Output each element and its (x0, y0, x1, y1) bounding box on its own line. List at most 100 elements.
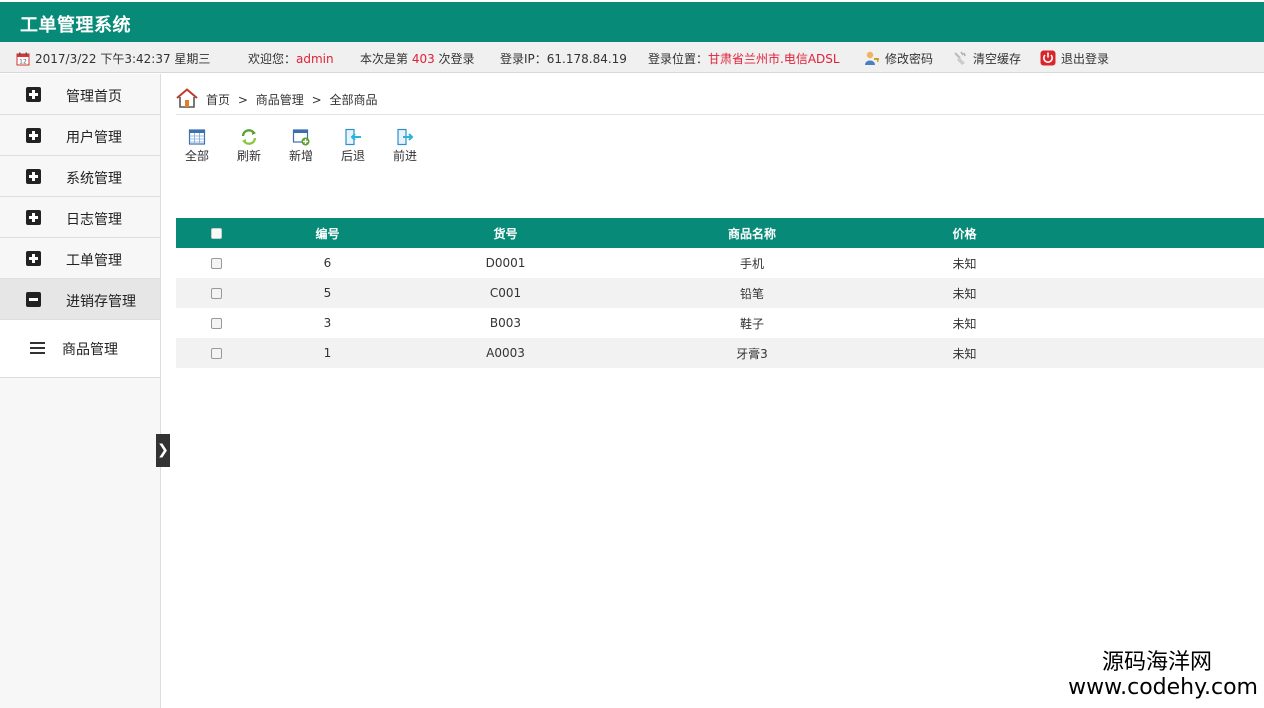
sidebar-item-label: 管理首页 (66, 89, 122, 105)
column-header-id[interactable]: 编号 (256, 218, 399, 248)
sidebar-item-home[interactable]: 管理首页 (0, 74, 160, 115)
cell-price: 未知 (892, 278, 1037, 308)
sidebar-item-logs[interactable]: 日志管理 (0, 197, 160, 238)
column-header-filler (1037, 218, 1264, 248)
breadcrumb-section[interactable]: 商品管理 (256, 93, 304, 107)
home-icon[interactable] (176, 88, 198, 108)
grid-table-icon (188, 129, 206, 145)
all-label: 全部 (184, 149, 209, 163)
sidebar-item-label: 用户管理 (66, 130, 122, 146)
sidebar-item-label: 进销存管理 (66, 294, 136, 310)
add-window-icon (292, 129, 310, 146)
welcome-prefix: 欢迎您： (248, 52, 297, 66)
clear-cache-label: 清空缓存 (973, 52, 1022, 66)
calendar-icon: 12 (16, 52, 30, 66)
svg-text:12: 12 (19, 59, 27, 66)
plus-square-icon (26, 251, 41, 266)
cell-id: 3 (323, 316, 332, 330)
cell-code: B003 (489, 316, 522, 330)
location-prefix: 登录位置： (648, 52, 709, 66)
row-checkbox[interactable] (210, 348, 222, 359)
app-header: 工单管理系统 (0, 2, 1264, 42)
welcome-text: 欢迎您：admin (248, 50, 334, 67)
sidebar-item-label: 工单管理 (66, 253, 122, 269)
login-location: 登录位置：甘肃省兰州市.电信ADSL (648, 50, 840, 67)
sidebar-item-users[interactable]: 用户管理 (0, 115, 160, 156)
cell-name: 鞋子 (739, 316, 764, 331)
info-bar: 12 2017/3/22 下午3:42:37 星期三 欢迎您：admin 本次是… (0, 42, 1264, 73)
sidebar-item-system[interactable]: 系统管理 (0, 156, 160, 197)
datetime-text: 2017/3/22 下午3:42:37 星期三 (35, 52, 211, 66)
cell-name: 手机 (739, 256, 764, 271)
broom-icon (954, 51, 966, 65)
cell-filler (1037, 308, 1264, 338)
refresh-label: 刷新 (236, 149, 261, 163)
sidebar: 管理首页 用户管理 系统管理 日志管理 工单管理 进销存管理 商品管理 (0, 74, 161, 708)
login-count: 403 (411, 52, 435, 66)
location-value: 甘肃省兰州市.电信ADSL (708, 52, 840, 66)
add-label: 新增 (288, 149, 313, 163)
login-count-suffix: 次登录 (434, 52, 475, 66)
change-password-link[interactable]: 修改密码 (864, 50, 933, 67)
back-door-icon (345, 128, 361, 146)
cell-price: 未知 (892, 338, 1037, 368)
product-table: 编号 货号 商品名称 价格 6 D0001 手机 未知 5 C001 铅笔 未知… (176, 218, 1264, 368)
row-checkbox[interactable] (210, 318, 222, 329)
user-key-icon (865, 51, 879, 65)
username: admin (296, 52, 334, 66)
plus-square-icon (26, 128, 41, 143)
table-header-row: 编号 货号 商品名称 价格 (176, 218, 1264, 248)
login-ip: 登录IP：61.178.84.19 (500, 52, 627, 66)
add-button[interactable]: 新增 (279, 128, 323, 164)
cell-code: C001 (399, 278, 612, 308)
column-header-price[interactable]: 价格 (892, 218, 1037, 248)
power-icon (1040, 50, 1056, 66)
row-checkbox[interactable] (210, 258, 222, 269)
sidebar-item-inventory[interactable]: 进销存管理 (0, 279, 160, 320)
refresh-button[interactable]: 刷新 (227, 128, 271, 164)
refresh-icon (241, 129, 257, 145)
datetime-display: 12 2017/3/22 下午3:42:37 星期三 (16, 50, 210, 67)
cell-filler (1037, 338, 1264, 368)
cell-id: 5 (256, 278, 399, 308)
watermark: 源码海洋网 www.codehy.com (1068, 650, 1258, 700)
minus-square-icon (26, 292, 41, 307)
sidebar-toggle-button[interactable]: ❯ (156, 434, 170, 467)
login-count-prefix: 本次是第 (360, 52, 412, 66)
table-row[interactable]: 6 D0001 手机 未知 (176, 248, 1264, 278)
sidebar-item-label: 日志管理 (66, 212, 122, 228)
row-checkbox[interactable] (210, 288, 222, 299)
forward-door-icon (397, 128, 414, 146)
cell-price: 未知 (952, 316, 977, 331)
table-row[interactable]: 5 C001 铅笔 未知 (176, 278, 1264, 308)
cell-id: 1 (256, 338, 399, 368)
login-count-text: 本次是第 403 次登录 (360, 50, 475, 67)
breadcrumb-current: 全部商品 (329, 93, 378, 107)
cell-code: D0001 (485, 256, 526, 270)
cell-price: 未知 (952, 256, 977, 271)
table-row[interactable]: 3 B003 鞋子 未知 (176, 308, 1264, 338)
logout-label: 退出登录 (1061, 52, 1110, 66)
sidebar-item-label: 系统管理 (66, 171, 122, 187)
table-row[interactable]: 1 A0003 牙膏3 未知 (176, 338, 1264, 368)
sidebar-subitem-label: 商品管理 (62, 342, 118, 358)
list-icon (30, 342, 45, 354)
select-all-checkbox[interactable] (210, 228, 222, 239)
column-header-code[interactable]: 货号 (399, 218, 612, 248)
column-header-name[interactable]: 商品名称 (612, 218, 892, 248)
breadcrumb-home[interactable]: 首页 (206, 93, 230, 107)
logout-link[interactable]: 退出登录 (1040, 50, 1109, 67)
back-button[interactable]: 后退 (331, 128, 375, 164)
cell-code: A0003 (399, 338, 612, 368)
inventory-submenu: 商品管理 (0, 320, 160, 378)
change-password-label: 修改密码 (885, 52, 934, 66)
cell-filler (1037, 278, 1264, 308)
forward-button[interactable]: 前进 (383, 128, 427, 164)
breadcrumb-separator: > (311, 93, 322, 107)
divider (176, 114, 1264, 115)
clear-cache-link[interactable]: 清空缓存 (952, 50, 1021, 67)
cell-name: 铅笔 (612, 278, 892, 308)
cell-name: 牙膏3 (612, 338, 892, 368)
sidebar-item-workorders[interactable]: 工单管理 (0, 238, 160, 279)
all-button[interactable]: 全部 (175, 128, 219, 164)
